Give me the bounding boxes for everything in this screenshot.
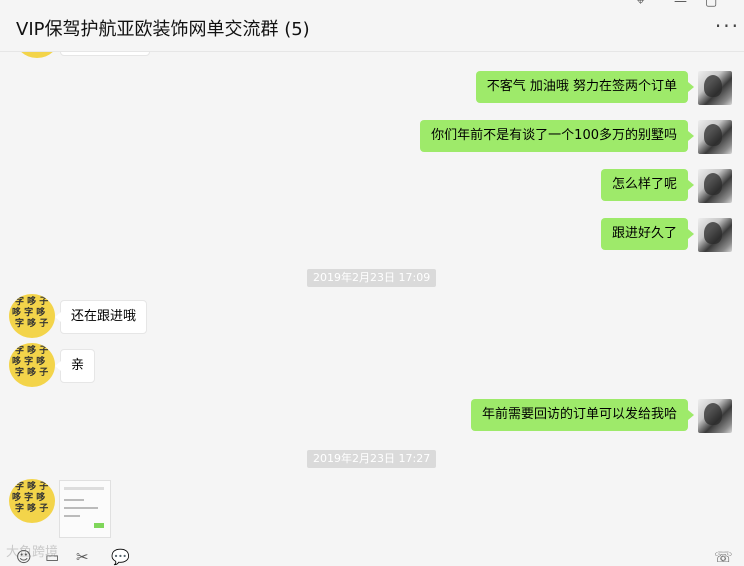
avatar[interactable]	[698, 71, 732, 105]
message-bubble[interactable]: 年前需要回访的订单可以发给我哈	[470, 399, 695, 431]
scissors-icon[interactable]: ✂	[76, 548, 89, 566]
message-bubble[interactable]: 怎么样了呢	[600, 169, 695, 201]
avatar[interactable]	[698, 120, 732, 154]
message-bubble[interactable]: 不客气 加油哦 努力在签两个订单	[475, 71, 695, 103]
input-toolbar: ☺ ▭ ✂ 💬 ☏	[0, 544, 744, 566]
avatar[interactable]: 字 哆 子 哆 字 哆 字 哆 子	[9, 479, 55, 523]
avatar[interactable]: 字 哆 子 哆 字 哆 字 哆 子	[9, 343, 55, 387]
chat-title: VIP保驾护航亚欧装饰网单交流群 (5)	[16, 19, 310, 40]
chat-header: VIP保驾护航亚欧装饰网单交流群 (5) ⌖ — ▢ ···	[0, 0, 744, 52]
message-bubble-partial	[60, 52, 150, 56]
folder-icon[interactable]: ▭	[45, 548, 59, 566]
more-icon[interactable]: ···	[715, 14, 740, 38]
message-bubble[interactable]: 跟进好久了	[600, 218, 695, 250]
avatar[interactable]	[698, 399, 732, 433]
avatar[interactable]	[14, 52, 60, 58]
message-bubble[interactable]: 亲	[54, 349, 96, 383]
message-bubble[interactable]: 你们年前不是有谈了一个100多万的别墅吗	[420, 120, 694, 152]
chat-history-icon[interactable]: 💬	[111, 548, 130, 566]
avatar[interactable]: 字 哆 子 哆 字 哆 字 哆 子	[9, 294, 55, 338]
maximize-icon[interactable]: ▢	[705, 0, 717, 9]
avatar[interactable]	[698, 218, 732, 252]
avatar[interactable]	[698, 169, 732, 203]
message-bubble[interactable]: 还在跟进哦	[54, 300, 148, 334]
timestamp: 2019年2月23日 17:09	[307, 269, 437, 287]
message-list[interactable]: 不客气 加油哦 努力在签两个订单 你们年前不是有谈了一个100多万的别墅吗 怎么…	[0, 52, 744, 544]
pin-icon[interactable]: ⌖	[637, 0, 644, 9]
image-message[interactable]	[59, 480, 111, 538]
video-call-icon[interactable]: ☏	[714, 548, 733, 566]
minimize-icon[interactable]: —	[674, 0, 687, 9]
timestamp: 2019年2月23日 17:27	[307, 450, 437, 468]
emoji-icon[interactable]: ☺	[16, 548, 32, 566]
